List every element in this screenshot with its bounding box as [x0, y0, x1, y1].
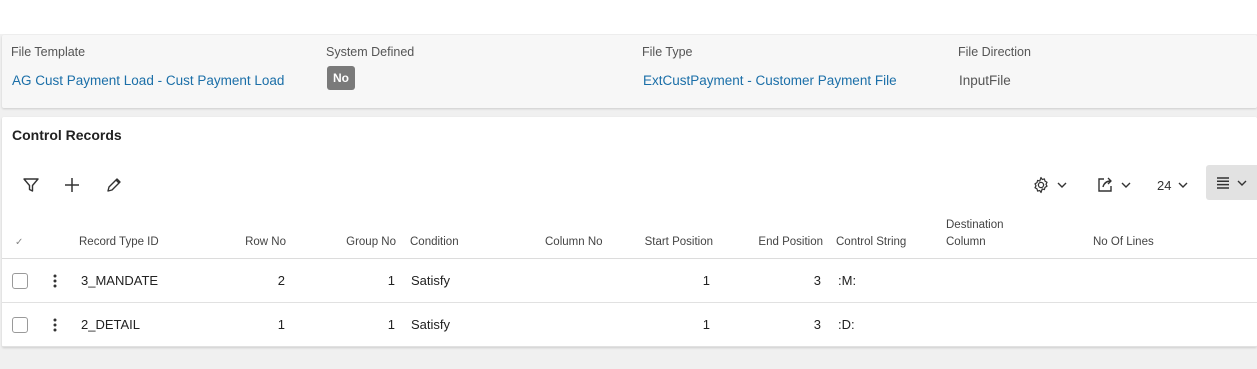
system-defined-label: System Defined [326, 45, 415, 59]
file-direction-field: File Direction InputFile [958, 44, 1031, 90]
column-header-group-no[interactable]: Group No [302, 234, 396, 251]
cell-record-type-id: 2_DETAIL [81, 317, 141, 332]
top-strip [0, 0, 1257, 34]
destination-column-line2: Column [946, 236, 986, 248]
column-header-record-type-id[interactable]: Record Type ID [79, 234, 159, 251]
chevron-down-icon [1178, 182, 1188, 188]
cell-control-string: :D: [838, 317, 855, 332]
gear-icon [1034, 176, 1048, 194]
cell-group-no: 1 [387, 273, 395, 288]
file-type-label: File Type [642, 45, 693, 59]
filter-icon[interactable] [18, 172, 44, 198]
cell-control-string: :M: [838, 273, 857, 288]
cell-row-no: 1 [277, 317, 285, 332]
system-defined-field: System Defined No [326, 44, 414, 90]
column-header-end-position[interactable]: End Position [732, 234, 823, 251]
cell-start-position: 1 [702, 317, 710, 332]
more-options-icon[interactable] [49, 316, 61, 334]
file-type-link[interactable]: ExtCustPayment - Customer Payment File [643, 72, 897, 90]
cell-start-position: 1 [702, 273, 710, 288]
column-header-row-no[interactable]: Row No [202, 234, 286, 251]
cell-condition: Satisfy [411, 273, 451, 288]
plus-icon[interactable] [59, 172, 85, 198]
cell-row-no: 2 [277, 273, 285, 288]
column-header-column-no[interactable]: Column No [545, 234, 603, 251]
control-records-title: Control Records [12, 127, 122, 143]
select-all-checkmark[interactable]: ✓ [15, 234, 23, 251]
export-dropdown[interactable] [1096, 172, 1132, 198]
chevron-down-icon [1237, 180, 1246, 186]
export-icon [1098, 177, 1112, 192]
table-header: ✓ Record Type ID Row No Group No Conditi… [2, 213, 1257, 259]
column-header-no-of-lines[interactable]: No Of Lines [1093, 234, 1154, 251]
cell-end-position: 3 [813, 273, 821, 288]
chevron-down-icon [1121, 182, 1131, 188]
column-header-destination-column[interactable]: Destination Column [946, 217, 1004, 251]
list-view-icon [1216, 176, 1229, 189]
column-header-condition[interactable]: Condition [410, 234, 459, 251]
table-row[interactable]: 3_MANDATE 2 1 Satisfy 1 3 :M: [2, 259, 1257, 303]
file-template-link[interactable]: AG Cust Payment Load - Cust Payment Load [12, 72, 284, 90]
system-defined-badge: No [327, 66, 355, 90]
destination-column-line1: Destination [946, 219, 1004, 231]
column-header-control-string[interactable]: Control String [836, 234, 906, 251]
cell-condition: Satisfy [411, 317, 451, 332]
settings-dropdown[interactable] [1032, 172, 1068, 198]
cell-group-no: 1 [387, 317, 395, 332]
file-template-label: File Template [11, 45, 86, 59]
file-template-field: File Template AG Cust Payment Load - Cus… [11, 44, 284, 90]
file-direction-value: InputFile [959, 73, 1011, 88]
file-type-field: File Type ExtCustPayment - Customer Paym… [642, 44, 897, 90]
view-mode-button[interactable] [1206, 165, 1257, 200]
row-checkbox[interactable] [12, 273, 28, 289]
control-records-card: Control Records 24 ✓ Record Type ID Row … [2, 117, 1257, 347]
header-details-card: File Template AG Cust Payment Load - Cus… [2, 35, 1257, 108]
page-size-value: 24 [1157, 177, 1172, 193]
column-header-start-position[interactable]: Start Position [622, 234, 713, 251]
row-checkbox[interactable] [12, 317, 28, 333]
cell-record-type-id: 3_MANDATE [81, 273, 159, 288]
pencil-icon[interactable] [101, 172, 127, 198]
chevron-down-icon [1057, 182, 1067, 188]
cell-end-position: 3 [813, 317, 821, 332]
more-options-icon[interactable] [49, 272, 61, 290]
file-direction-label: File Direction [958, 45, 1031, 59]
table-row[interactable]: 2_DETAIL 1 1 Satisfy 1 3 :D: [2, 303, 1257, 347]
page-size-dropdown[interactable]: 24 [1157, 172, 1189, 198]
